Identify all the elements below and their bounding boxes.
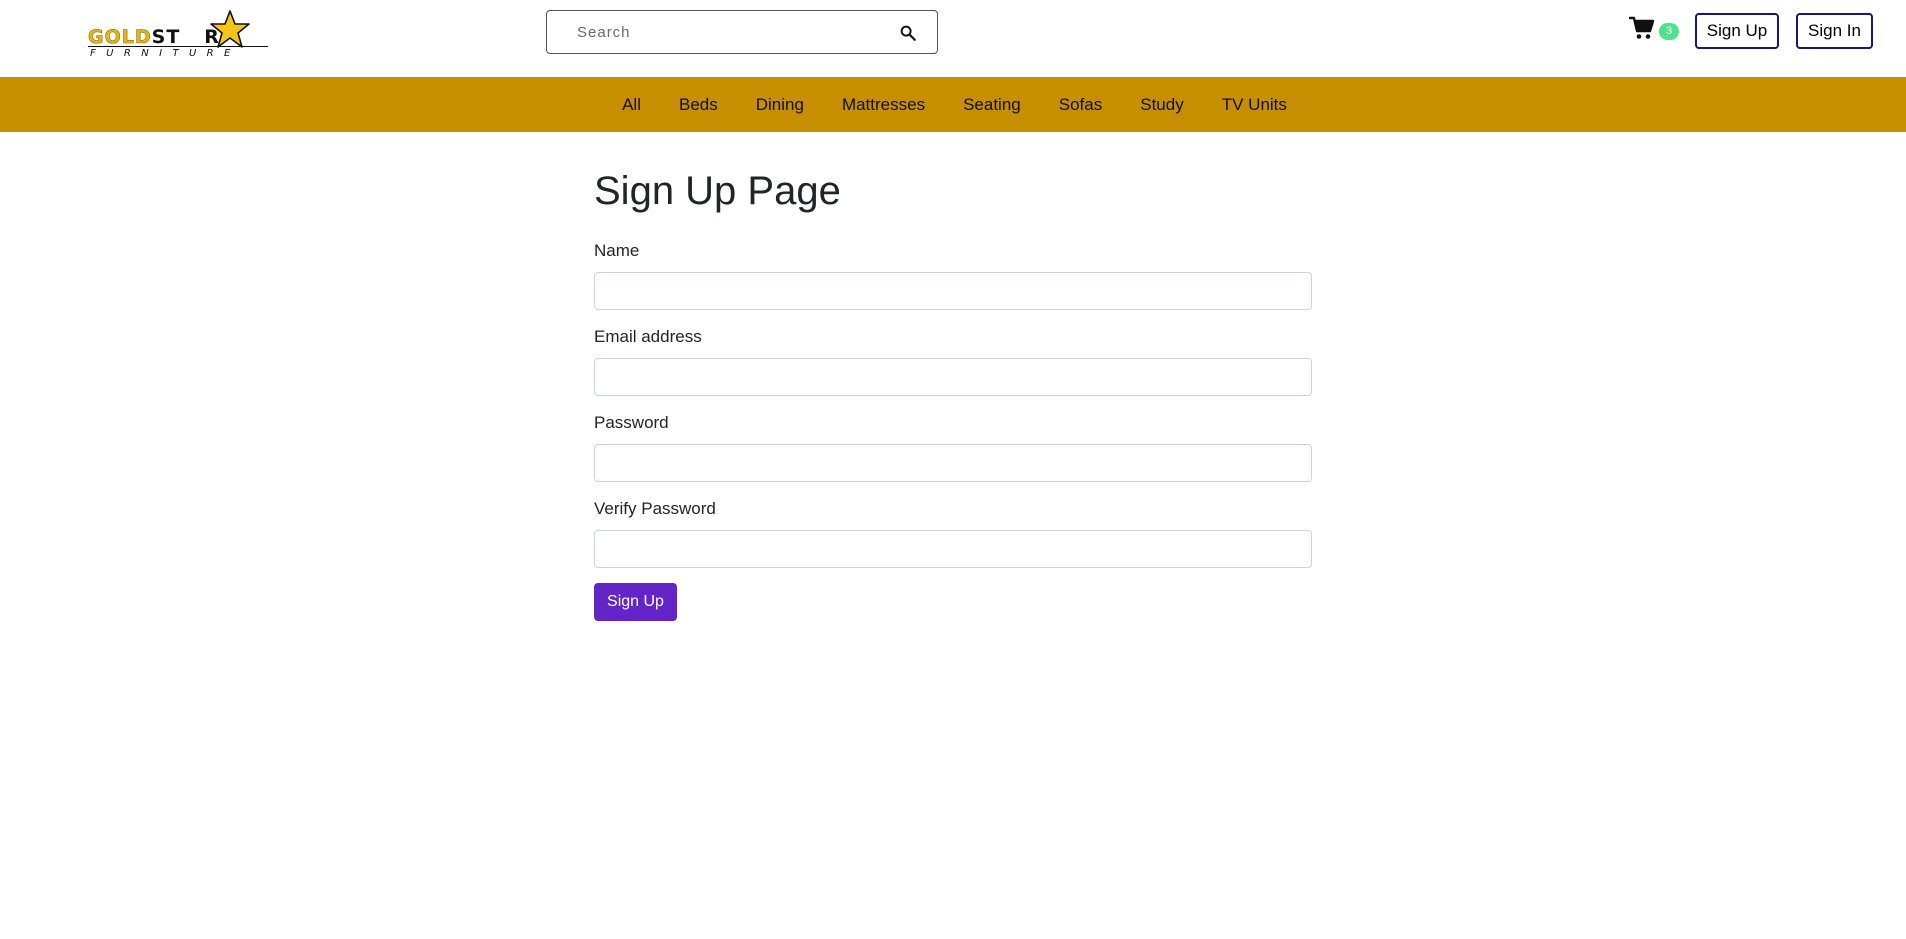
password-input[interactable] — [594, 444, 1312, 482]
verify-password-label: Verify Password — [594, 499, 716, 518]
search-input[interactable] — [575, 19, 895, 45]
cart-icon[interactable] — [1629, 16, 1655, 40]
nav-item-tv-units[interactable]: TV Units — [1222, 77, 1287, 132]
email-input[interactable] — [594, 358, 1312, 396]
header-sign-up-button[interactable]: Sign Up — [1695, 13, 1779, 49]
name-field-group: Name — [594, 241, 1312, 310]
search-icon[interactable] — [899, 24, 917, 42]
nav-item-sofas[interactable]: Sofas — [1059, 77, 1102, 132]
nav-item-all[interactable]: All — [622, 77, 641, 132]
star-icon — [210, 10, 250, 48]
logo-word-star: ST — [151, 26, 181, 48]
nav-item-beds[interactable]: Beds — [679, 77, 718, 132]
site-header: GOLDSTR FURNITURE 3 Sign Up Sign In — [0, 0, 1906, 77]
password-field-group: Password — [594, 413, 1312, 482]
name-input[interactable] — [594, 272, 1312, 310]
cart-link[interactable]: 3 — [1629, 16, 1681, 44]
logo-wordmark: GOLDST R — [88, 26, 220, 48]
search-box — [546, 10, 938, 54]
category-nav-items: All Beds Dining Mattresses Seating Sofas… — [0, 77, 1906, 132]
email-label: Email address — [594, 327, 702, 346]
verify-password-input[interactable] — [594, 530, 1312, 568]
cart-count-badge: 3 — [1659, 23, 1679, 40]
verify-password-field-group: Verify Password — [594, 499, 1312, 568]
category-nav: All Beds Dining Mattresses Seating Sofas… — [0, 77, 1906, 132]
sign-up-submit-button[interactable]: Sign Up — [594, 583, 677, 621]
nav-item-mattresses[interactable]: Mattresses — [842, 77, 925, 132]
nav-item-dining[interactable]: Dining — [756, 77, 804, 132]
signup-form: Sign Up Page Name Email address Password… — [594, 160, 1312, 621]
password-label: Password — [594, 413, 669, 432]
goldstar-logo[interactable]: GOLDST R FURNITURE — [86, 10, 272, 60]
nav-item-seating[interactable]: Seating — [963, 77, 1021, 132]
logo-word-gold: GOLD — [88, 26, 152, 48]
header-sign-in-button[interactable]: Sign In — [1796, 13, 1873, 49]
logo-subtitle: FURNITURE — [90, 48, 241, 59]
name-label: Name — [594, 241, 640, 260]
email-field-group: Email address — [594, 327, 1312, 396]
nav-item-study[interactable]: Study — [1140, 77, 1183, 132]
page-title: Sign Up Page — [594, 169, 841, 213]
